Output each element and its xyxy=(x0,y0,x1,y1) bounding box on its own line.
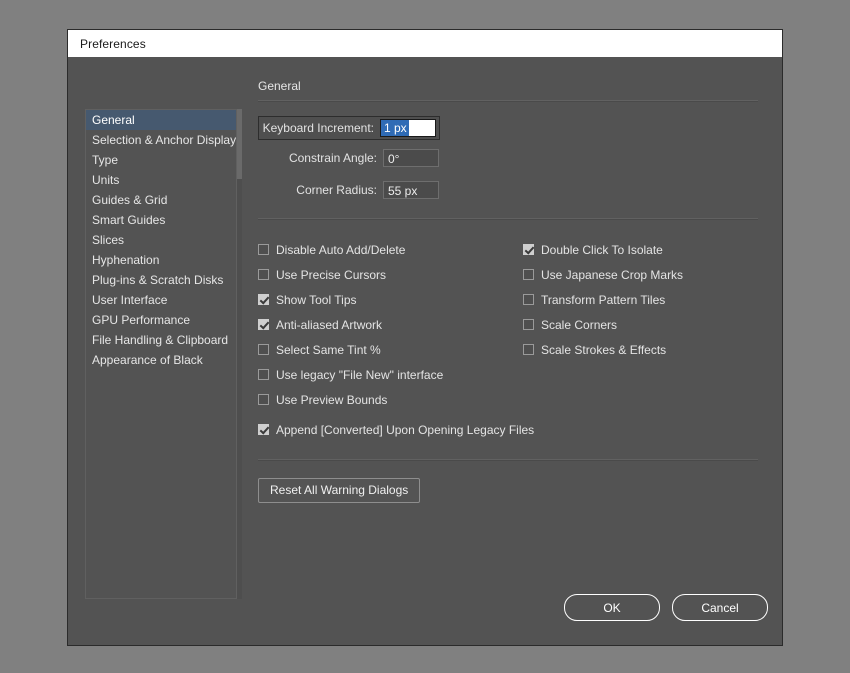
checkbox-label: Use Precise Cursors xyxy=(276,268,386,282)
dialog-title: Preferences xyxy=(80,37,146,51)
sidebar-item-file-handling-clipboard[interactable]: File Handling & Clipboard xyxy=(86,330,236,350)
checkbox-row[interactable]: Scale Strokes & Effects xyxy=(523,337,683,362)
checkbox-indicator[interactable] xyxy=(258,269,269,280)
checkbox-row[interactable]: Append [Converted] Upon Opening Legacy F… xyxy=(258,417,758,442)
sidebar-item-appearance-of-black[interactable]: Appearance of Black xyxy=(86,350,236,370)
numeric-input[interactable]: 0° xyxy=(383,149,439,167)
checkbox-label: Disable Auto Add/Delete xyxy=(276,243,405,257)
checkbox-label: Scale Corners xyxy=(541,318,617,332)
checkbox-column-right: Double Click To Isolate Use Japanese Crop… xyxy=(523,237,683,412)
dialog-footer: OK Cancel xyxy=(564,594,768,621)
append-converted-row: Append [Converted] Upon Opening Legacy F… xyxy=(258,417,758,442)
sidebar-item-slices[interactable]: Slices xyxy=(86,230,236,250)
checkbox-indicator[interactable] xyxy=(258,294,269,305)
sidebar-item-general[interactable]: General xyxy=(86,110,236,130)
cancel-button[interactable]: Cancel xyxy=(672,594,768,621)
field-row: Corner Radius:55 px xyxy=(258,176,758,204)
checkbox-row[interactable]: Use legacy "File New" interface xyxy=(258,362,523,387)
checkbox-indicator[interactable] xyxy=(258,344,269,355)
dialog-title-bar[interactable]: Preferences xyxy=(68,30,782,57)
checkbox-row[interactable]: Select Same Tint % xyxy=(258,337,523,362)
sidebar-item-plug-ins-scratch-disks[interactable]: Plug-ins & Scratch Disks xyxy=(86,270,236,290)
field-label: Constrain Angle: xyxy=(258,151,383,165)
checkbox-label: Select Same Tint % xyxy=(276,343,381,357)
checkbox-indicator[interactable] xyxy=(523,244,534,255)
heading-divider xyxy=(258,100,758,102)
sidebar-item-units[interactable]: Units xyxy=(86,170,236,190)
checkbox-column-left: Disable Auto Add/Delete Use Precise Curso… xyxy=(258,237,523,412)
sidebar-item-user-interface[interactable]: User Interface xyxy=(86,290,236,310)
checkbox-row[interactable]: Transform Pattern Tiles xyxy=(523,287,683,312)
checkbox-label: Scale Strokes & Effects xyxy=(541,343,666,357)
field-row: Keyboard Increment:1 px xyxy=(258,116,440,140)
category-list-scrollbar[interactable] xyxy=(237,109,242,599)
checkbox-row[interactable]: Show Tool Tips xyxy=(258,287,523,312)
checkbox-indicator[interactable] xyxy=(523,319,534,330)
field-row: Constrain Angle:0° xyxy=(258,144,758,172)
selected-text: 1 px xyxy=(381,120,409,136)
checkbox-label: Transform Pattern Tiles xyxy=(541,293,665,307)
checkbox-row[interactable]: Anti-aliased Artwork xyxy=(258,312,523,337)
sidebar-item-guides-grid[interactable]: Guides & Grid xyxy=(86,190,236,210)
checkbox-indicator[interactable] xyxy=(258,394,269,405)
keyboard-increment-input[interactable]: 1 px xyxy=(380,119,436,137)
sidebar-item-type[interactable]: Type xyxy=(86,150,236,170)
fields-divider xyxy=(258,218,758,220)
checkbox-row[interactable]: Use Precise Cursors xyxy=(258,262,523,287)
category-list[interactable]: GeneralSelection & Anchor DisplayTypeUni… xyxy=(85,109,237,599)
preferences-dialog: Preferences GeneralSelection & Anchor Di… xyxy=(68,30,782,645)
checkbox-label: Use legacy "File New" interface xyxy=(276,368,443,382)
checkbox-indicator[interactable] xyxy=(523,294,534,305)
checkbox-indicator[interactable] xyxy=(523,269,534,280)
sidebar-item-hyphenation[interactable]: Hyphenation xyxy=(86,250,236,270)
checkbox-row[interactable]: Disable Auto Add/Delete xyxy=(258,237,523,262)
checkbox-label: Double Click To Isolate xyxy=(541,243,663,257)
general-settings-panel: General Keyboard Increment:1 px Constrain… xyxy=(258,79,758,599)
checkbox-indicator[interactable] xyxy=(258,319,269,330)
dialog-body: GeneralSelection & Anchor DisplayTypeUni… xyxy=(68,57,782,645)
field-label: Corner Radius: xyxy=(258,183,383,197)
checkbox-row[interactable]: Use Japanese Crop Marks xyxy=(523,262,683,287)
checkbox-indicator[interactable] xyxy=(258,424,269,435)
options-divider xyxy=(258,459,758,461)
checkbox-label: Use Preview Bounds xyxy=(276,393,387,407)
sidebar-item-gpu-performance[interactable]: GPU Performance xyxy=(86,310,236,330)
checkbox-row[interactable]: Scale Corners xyxy=(523,312,683,337)
numeric-fields-group: Keyboard Increment:1 px Constrain Angle:0… xyxy=(258,116,758,204)
checkbox-indicator[interactable] xyxy=(523,344,534,355)
checkbox-label: Append [Converted] Upon Opening Legacy F… xyxy=(276,423,534,437)
numeric-input[interactable]: 55 px xyxy=(383,181,439,199)
sidebar-item-selection-anchor-display[interactable]: Selection & Anchor Display xyxy=(86,130,236,150)
reset-all-warning-dialogs-button[interactable]: Reset All Warning Dialogs xyxy=(258,478,420,503)
checkbox-indicator[interactable] xyxy=(258,369,269,380)
ok-button[interactable]: OK xyxy=(564,594,660,621)
checkbox-options-group: Disable Auto Add/Delete Use Precise Curso… xyxy=(258,237,758,412)
checkbox-label: Show Tool Tips xyxy=(276,293,357,307)
checkbox-label: Anti-aliased Artwork xyxy=(276,318,382,332)
checkbox-label: Use Japanese Crop Marks xyxy=(541,268,683,282)
sidebar-item-smart-guides[interactable]: Smart Guides xyxy=(86,210,236,230)
checkbox-indicator[interactable] xyxy=(258,244,269,255)
field-label: Keyboard Increment: xyxy=(262,121,380,135)
checkbox-row[interactable]: Double Click To Isolate xyxy=(523,237,683,262)
scrollbar-thumb[interactable] xyxy=(237,109,242,179)
checkbox-row[interactable]: Use Preview Bounds xyxy=(258,387,523,412)
panel-heading: General xyxy=(258,79,758,93)
